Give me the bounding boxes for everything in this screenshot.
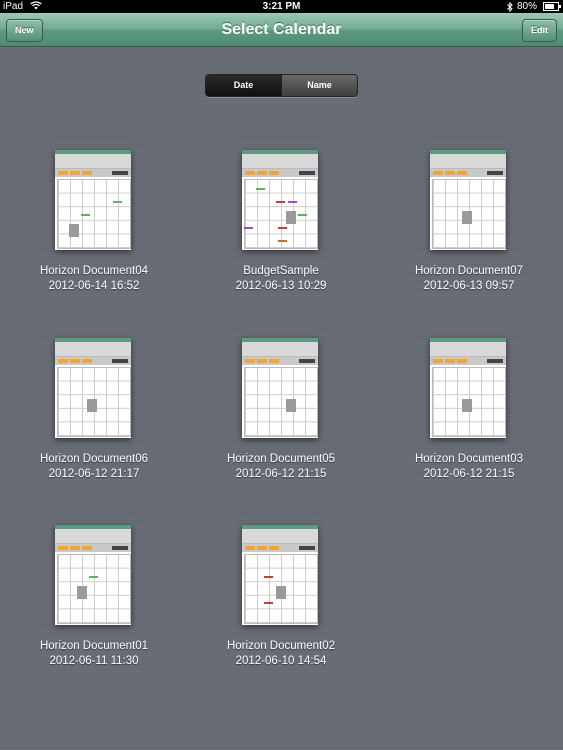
document-name: BudgetSample — [243, 265, 319, 277]
document-date: 2012-06-12 21:17 — [48, 468, 140, 480]
document-thumbnail[interactable] — [430, 338, 506, 438]
battery-percent: 80% — [516, 1, 537, 12]
document-date: 2012-06-13 10:29 — [235, 280, 327, 292]
status-bar: iPad 3:21 PM 80% — [0, 0, 563, 13]
document-name: Horizon Document04 — [39, 265, 149, 277]
document-name: Horizon Document01 — [39, 640, 149, 652]
document-thumbnail[interactable] — [242, 525, 318, 625]
page-title: Select Calendar — [221, 21, 342, 38]
document-date: 2012-06-10 14:54 — [235, 655, 327, 667]
document-thumbnail[interactable] — [55, 150, 131, 250]
document-name: Horizon Document06 — [39, 453, 149, 465]
document-date: 2012-06-12 21:15 — [423, 468, 515, 480]
document-date: 2012-06-14 16:52 — [48, 280, 140, 292]
status-time: 3:21 PM — [262, 1, 301, 12]
status-right: 80% — [507, 0, 561, 13]
document-thumbnail[interactable] — [55, 338, 131, 438]
document-date: 2012-06-11 11:30 — [49, 655, 139, 667]
document-date: 2012-06-12 21:15 — [235, 468, 327, 480]
edit-button[interactable]: Edit — [522, 19, 557, 42]
sort-segmented-control: Date Name — [205, 74, 358, 97]
sort-by-date-segment[interactable]: Date — [206, 75, 281, 96]
document-name: Horizon Document03 — [414, 453, 524, 465]
document-thumbnail[interactable] — [242, 338, 318, 438]
document-date: 2012-06-13 09:57 — [423, 280, 515, 292]
document-name: Horizon Document07 — [414, 265, 524, 277]
navigation-bar: New Select Calendar Edit — [0, 13, 563, 47]
document-thumbnail[interactable] — [242, 150, 318, 250]
document-thumbnail[interactable] — [55, 525, 131, 625]
bluetooth-icon — [507, 1, 513, 12]
battery-icon — [543, 2, 561, 11]
document-thumbnail[interactable] — [430, 150, 506, 250]
sort-by-name-segment[interactable]: Name — [281, 75, 357, 96]
document-name: Horizon Document02 — [226, 640, 336, 652]
document-name: Horizon Document05 — [226, 453, 336, 465]
